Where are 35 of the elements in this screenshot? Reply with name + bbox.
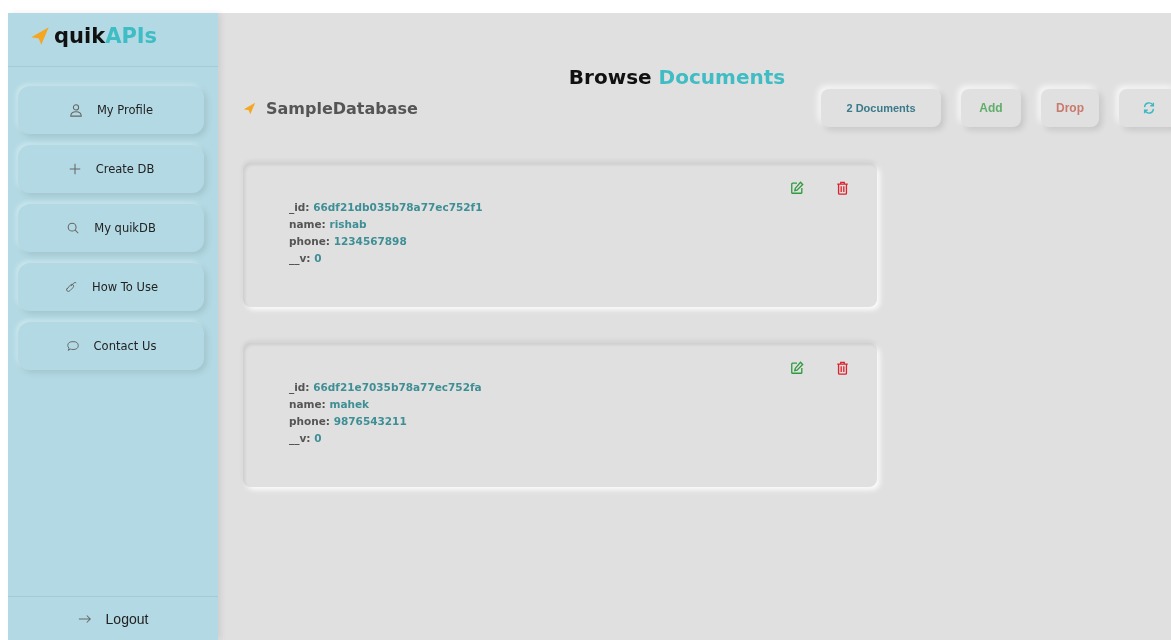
plane-icon [243,101,256,115]
link-icon [64,280,78,294]
refresh-icon [1142,101,1156,115]
edit-button[interactable] [790,361,804,375]
delete-button[interactable] [836,181,849,195]
logo-plane-icon [30,25,50,46]
logo: quikAPIs [54,23,158,48]
sidebar-item[interactable]: Contact Us [18,322,204,370]
document-field: _id: 66df21e7035b78a77ec752fa [289,381,877,393]
document-field: __v: 0 [289,252,877,264]
edit-icon [790,181,804,195]
sidebar-item[interactable]: How To Use [18,263,204,311]
chat-icon [65,339,80,353]
arrow-icon [77,612,92,625]
search-icon [66,221,81,235]
document-field: name: mahek [289,398,877,410]
page-title: Browse Documents [567,65,787,89]
edit-button[interactable] [790,181,804,195]
sidebar-item[interactable]: My quikDB [18,204,204,252]
plus-icon [67,162,82,176]
database-name: SampleDatabase [266,98,418,118]
edit-icon [790,361,804,375]
refresh-button[interactable] [1119,89,1171,127]
document-field: name: rishab [289,218,877,230]
document-field: phone: 1234567898 [289,235,877,247]
document-field: __v: 0 [289,432,877,444]
sidebar-item[interactable]: My Profile [18,86,204,134]
trash-icon [836,361,849,375]
sidebar-item[interactable]: Create DB [18,145,204,193]
document-count-button[interactable]: 2 Documents [821,89,941,127]
document-field: _id: 66df21db035b78a77ec752f1 [289,201,877,213]
trash-icon [836,181,849,195]
delete-button[interactable] [836,361,849,375]
user-icon [68,103,83,117]
document-field: phone: 9876543211 [289,415,877,427]
